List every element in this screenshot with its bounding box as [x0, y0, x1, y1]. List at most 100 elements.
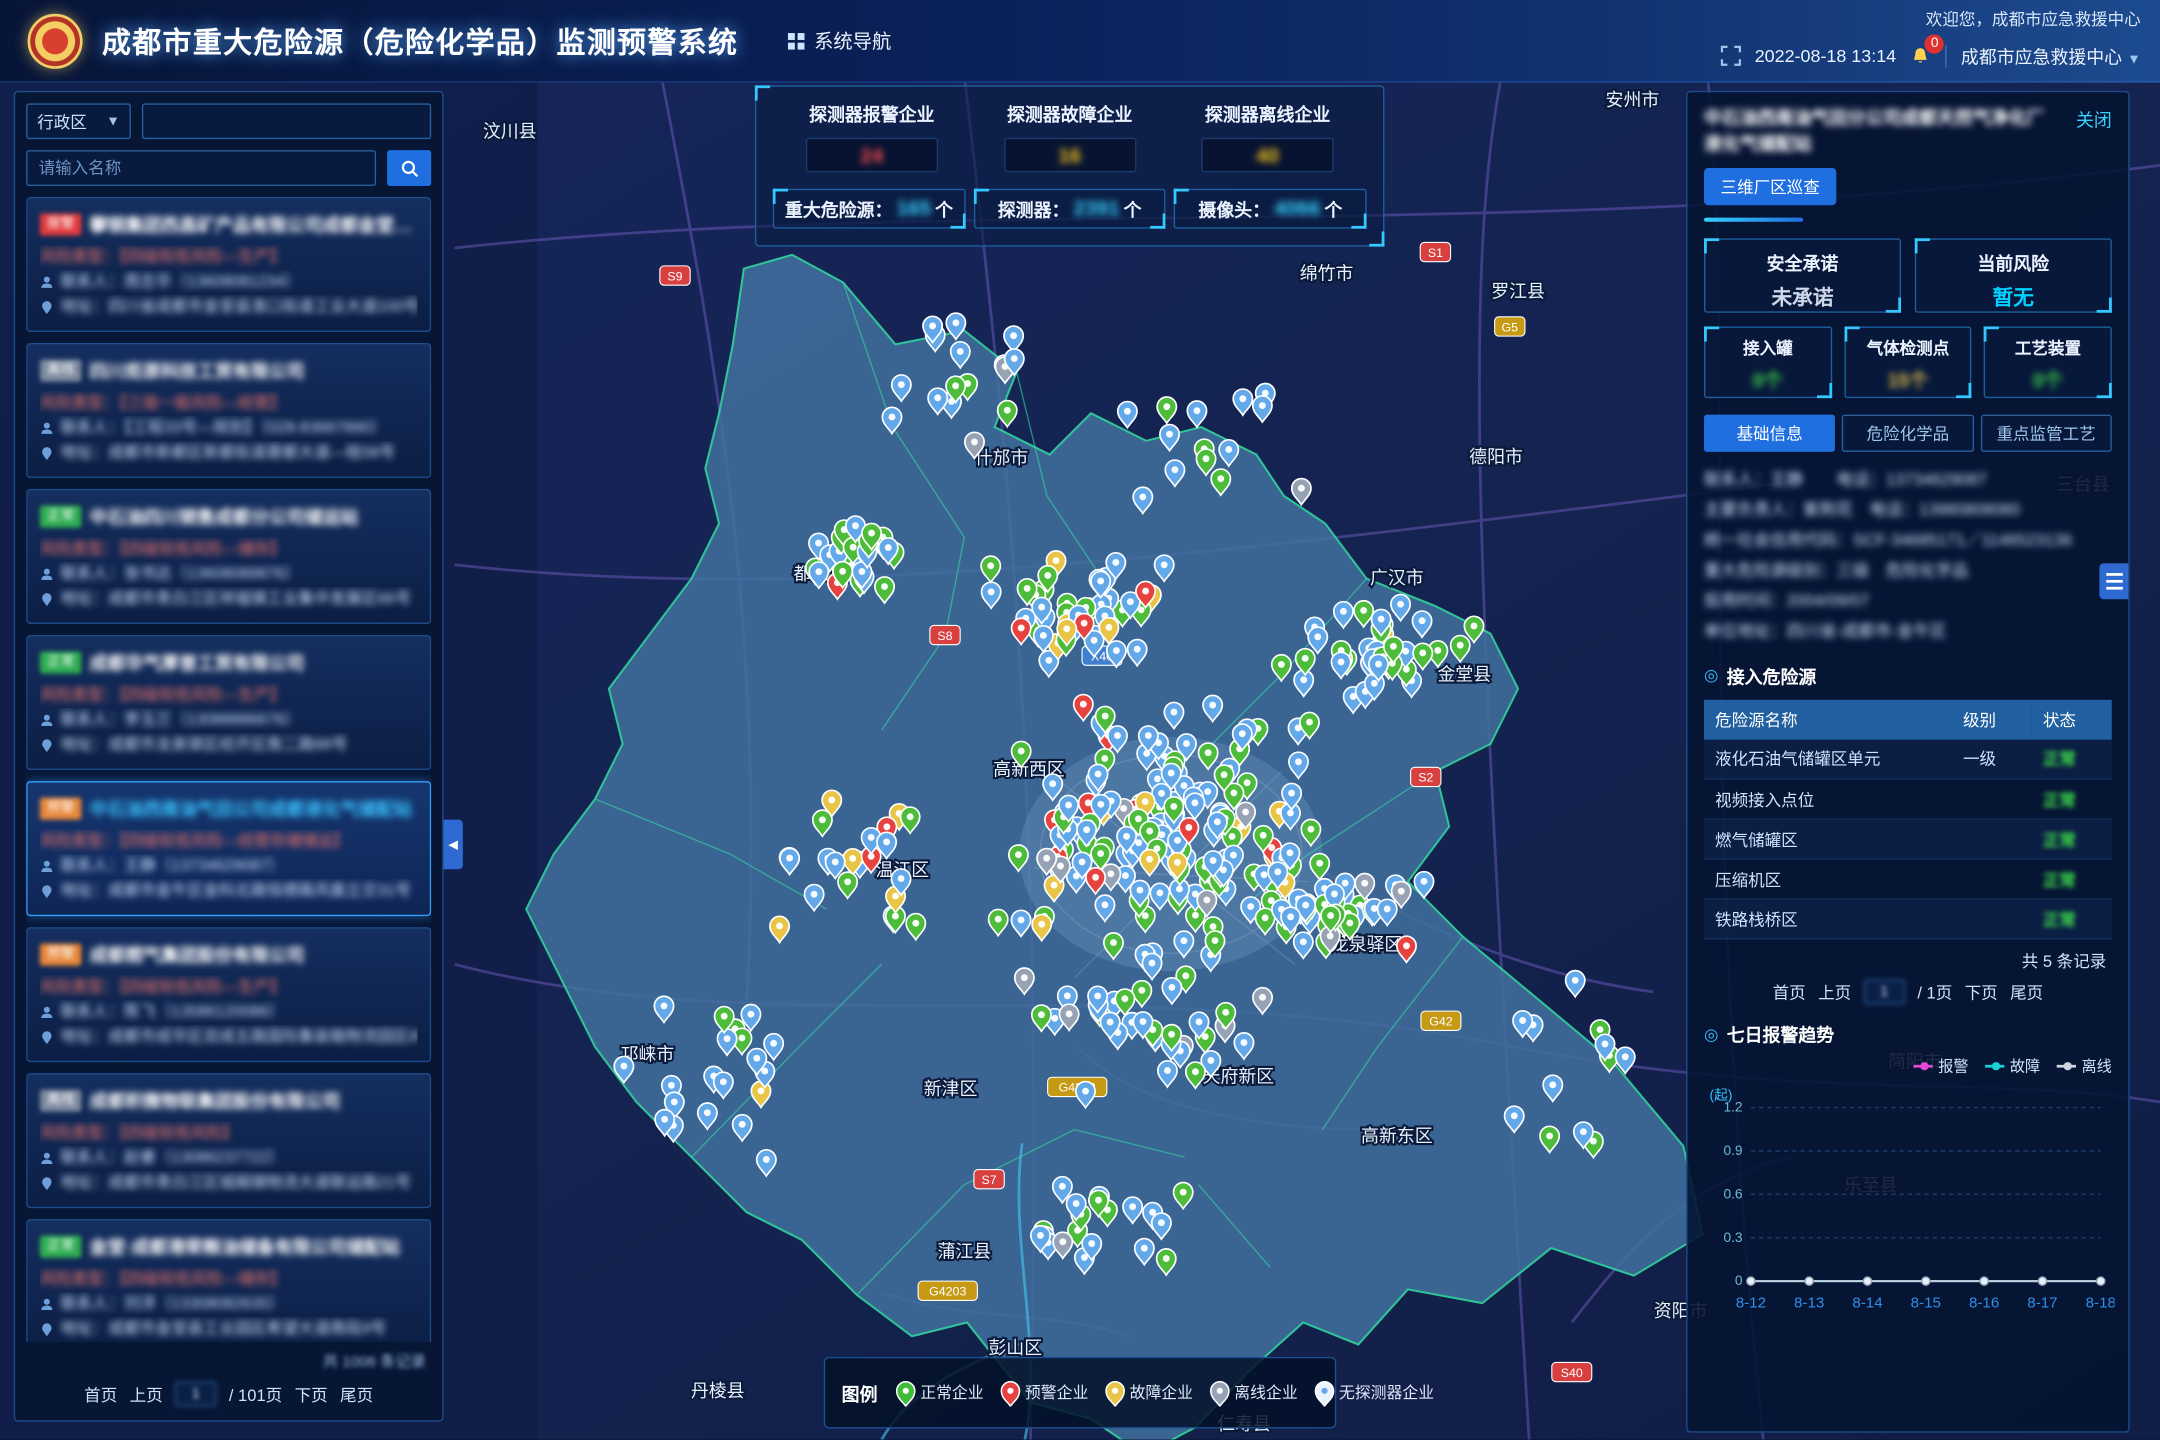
panel-stat-label: 气体检测点	[1845, 336, 1970, 359]
svg-text:G4203: G4203	[929, 1285, 966, 1299]
total-value: 165	[897, 197, 931, 220]
panel-stat-box: 工艺装置 0个	[1984, 326, 2112, 398]
table-row[interactable]: 压缩机区 正常	[1704, 859, 2112, 899]
next-page-button[interactable]: 下页	[1965, 980, 1998, 1003]
table-row[interactable]: 液化石油气储罐区单元 一级 正常	[1704, 739, 2112, 779]
page-number-input[interactable]	[175, 1382, 216, 1407]
company-card[interactable]: 正常 中石油四川销售成都分公司储运站 风险类型：【四级较低风险—储存】 联系人：…	[26, 489, 431, 624]
trend-legend-item[interactable]: 离线	[2057, 1055, 2112, 1077]
risk-type-text: 风险类型：【四级较低风险—生产】	[40, 683, 286, 708]
total-label: 摄像头：	[1198, 196, 1270, 222]
tab-1[interactable]: 危险化学品	[1842, 414, 1973, 451]
col-status: 状态	[2032, 699, 2112, 739]
search-input[interactable]	[26, 150, 376, 186]
road-label: G5	[1495, 317, 1525, 336]
company-card[interactable]: 正常 成都华气厚普工贸有限公司 风险类型：【四级较低风险—生产】 联系人：李玉兰…	[26, 635, 431, 770]
location-pin-icon	[40, 592, 54, 606]
3d-tour-button[interactable]: 三维厂区巡查	[1704, 168, 1836, 205]
first-page-button[interactable]: 首页	[84, 1382, 117, 1405]
trend-legend-item[interactable]: 故障	[1985, 1055, 2040, 1077]
panel-list-toggle-button[interactable]	[2099, 563, 2129, 599]
address-line: 地址：四川省成都市金堂县淮口街道工业大道100号	[40, 295, 417, 320]
company-name: 攀钢集团西昌矿产品有限公司成都金堂仓储中心	[90, 211, 418, 237]
hazard-level	[1952, 819, 2032, 859]
district-select[interactable]: 行政区 ▼	[26, 103, 131, 139]
road-label: S7	[974, 1170, 1004, 1189]
status-badge: 预警	[40, 943, 81, 965]
page-number-input[interactable]	[1864, 980, 1905, 1005]
table-row[interactable]: 燃气储罐区 正常	[1704, 819, 2112, 859]
legend-item-label: 离线企业	[1234, 1382, 1297, 1404]
trend-chart: 00.30.60.91.28-128-138-148-158-168-178-1…	[1704, 1083, 2115, 1320]
person-icon	[40, 714, 54, 728]
panel-stat-box: 气体检测点 15个	[1844, 326, 1972, 398]
sidebar-collapse-button[interactable]: ◀	[444, 820, 463, 870]
legend-swatch-icon	[1913, 1065, 1932, 1068]
prev-page-button[interactable]: 上页	[130, 1382, 163, 1405]
map-place-label: 什邡市	[975, 448, 1029, 468]
trend-legend-item[interactable]: 报警	[1913, 1055, 1968, 1077]
svg-text:8-13: 8-13	[1794, 1295, 1824, 1312]
company-card[interactable]: 离线 四川炬原科技工贸有限公司 风险类型：【三级一般风险—经营】 联系人：【工程…	[26, 343, 431, 478]
risk-type-text: 风险类型：【四级较低风险—储存】	[40, 1267, 286, 1292]
district-input[interactable]	[142, 103, 431, 139]
company-name: 中石油西南油气田公司成都液化气储配站	[90, 795, 412, 821]
last-page-button[interactable]: 尾页	[2010, 980, 2043, 1003]
org-dropdown[interactable]: 成都市应急救援中心 ▼	[1961, 43, 2141, 69]
svg-text:G5: G5	[1502, 320, 1519, 334]
top-header: 成都市重大危险源（危险化学品）监测预警系统 系统导航 欢迎您，成都市应急救援中心…	[0, 0, 2160, 83]
panel-pagination: 首页 上页 / 1页 下页 尾页	[1704, 973, 2112, 1007]
notification-bell-icon[interactable]: 0	[1910, 45, 1932, 67]
map-place-label: 龙泉驿区	[1331, 935, 1403, 955]
search-button[interactable]	[387, 150, 431, 186]
first-page-button[interactable]: 首页	[1773, 980, 1806, 1003]
status-badge: 预警	[40, 797, 81, 819]
risk-type-text: 风险类型：【四级较低风险—经营存储储运】	[40, 829, 349, 854]
svg-text:S2: S2	[1418, 771, 1433, 785]
company-card[interactable]: 离线 成都积微物联集团股份有限公司 风险类型：【四级较低风险】 联系人：赵睿（1…	[26, 1073, 431, 1208]
system-nav-button[interactable]: 系统导航	[788, 27, 891, 55]
svg-text:0.3: 0.3	[1723, 1230, 1742, 1245]
app-title: 成都市重大危险源（危险化学品）监测预警系统	[102, 20, 738, 61]
svg-text:S1: S1	[1428, 246, 1443, 260]
total-label: 重大危险源：	[785, 196, 892, 222]
location-pin-icon	[40, 884, 54, 898]
stat-value-box: 40	[1201, 138, 1333, 172]
app-root: S9 S1 G5 S8 X40 S2 G42 G4202 S7 G4203 S4…	[0, 0, 2160, 1440]
table-row[interactable]: 视频接入点位 正常	[1704, 779, 2112, 819]
stat-label: 探测器报警企业	[773, 101, 971, 127]
status-badge: 正常	[40, 651, 81, 673]
svg-text:8-17: 8-17	[2027, 1295, 2057, 1312]
company-name: 四川炬原科技工贸有限公司	[90, 357, 305, 383]
hazard-level: 一级	[1952, 739, 2032, 779]
company-card[interactable]: 报警 攀钢集团西昌矿产品有限公司成都金堂仓储中心 风险类型：【四级较低风险—生产…	[26, 197, 431, 332]
svg-text:S40: S40	[1561, 1366, 1583, 1380]
prev-page-button[interactable]: 上页	[1818, 980, 1851, 1003]
close-panel-button[interactable]: 关闭	[2076, 106, 2112, 158]
info-line: 投用时间：2004/09/07	[1704, 585, 2112, 615]
address-line: 地址：成都市金牛区金科北路恒德路凤凰立交31号	[40, 879, 417, 904]
company-card[interactable]: 预警 成都燃气集团股份有限公司 风险类型：【四级较低风险—生产】 联系人：陈飞（…	[26, 927, 431, 1062]
map-place-label: 金堂县	[1437, 665, 1491, 685]
company-card[interactable]: 正常 金堂·成都港荣粮油储备有限公司储配站 风险类型：【四级较低风险—储存】 联…	[26, 1219, 431, 1342]
company-sidebar: 行政区 ▼ 报警 攀钢集团西昌矿产品有限公司成都金堂仓储中心 风险类型：【四级较…	[14, 91, 444, 1422]
tab-2[interactable]: 重点监管工艺	[1980, 414, 2111, 451]
section-dot-icon: ◎	[1704, 1026, 1718, 1043]
status-badge: 离线	[40, 359, 81, 381]
road-label: S1	[1420, 242, 1450, 261]
info-line: 主要负责人：紫荆花 电话：13980808080	[1704, 494, 2112, 524]
accent-underline	[1704, 217, 1803, 221]
tab-0[interactable]: 基础信息	[1704, 414, 1835, 451]
safety-commitment-label: 安全承诺	[1705, 249, 1899, 275]
company-card[interactable]: 预警 中石油西南油气田公司成都液化气储配站 风险类型：【四级较低风险—经营存储储…	[26, 781, 431, 916]
legend-item-label: 故障企业	[1130, 1382, 1193, 1404]
next-page-button[interactable]: 下页	[295, 1382, 328, 1405]
legend-swatch-icon	[1985, 1065, 2004, 1068]
current-risk-value: 暂无	[1916, 282, 2110, 311]
hazard-table: 危险源名称 级别 状态 液化石油气储罐区单元 一级 正常视频接入点位 正常燃气储…	[1704, 699, 2112, 939]
table-row[interactable]: 铁路栈桥区 正常	[1704, 899, 2112, 939]
address-line: 地址：成都市青白江区祥福镇工业集中发展区66号	[40, 587, 417, 612]
last-page-button[interactable]: 尾页	[340, 1382, 373, 1405]
fullscreen-icon[interactable]	[1720, 45, 1741, 66]
detector-stats-panel: 探测器报警企业 24探测器故障企业 16探测器离线企业 40 重大危险源： 16…	[755, 85, 1385, 246]
